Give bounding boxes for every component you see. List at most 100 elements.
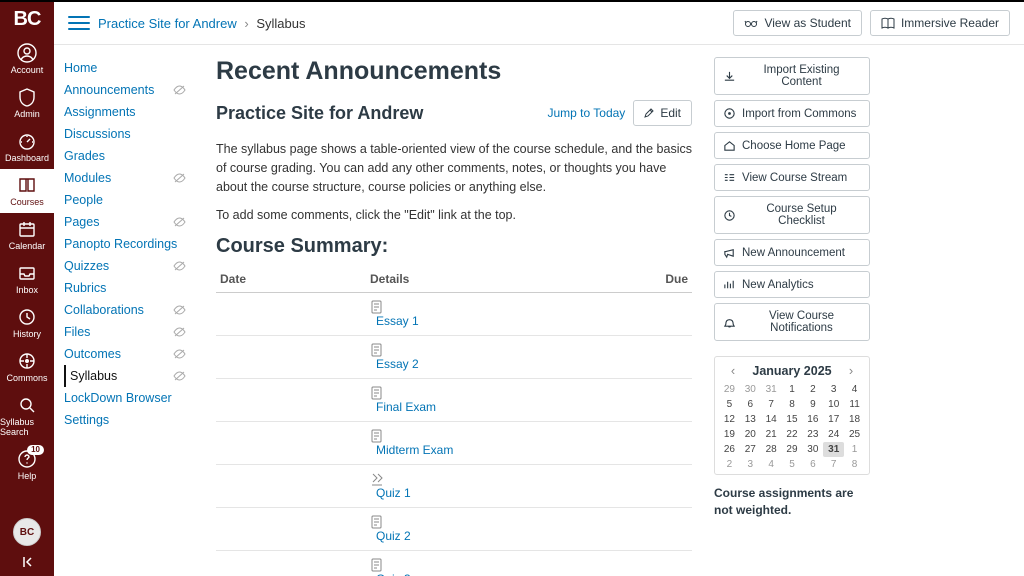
side-course-setup-checklist[interactable]: Course Setup Checklist	[714, 196, 870, 234]
cnav-discussions[interactable]: Discussions	[64, 123, 194, 145]
calendar-day[interactable]: 11	[844, 397, 865, 412]
calendar-day[interactable]: 6	[740, 397, 761, 412]
cnav-grades[interactable]: Grades	[64, 145, 194, 167]
calendar-day[interactable]: 4	[761, 457, 782, 472]
side-import-existing-content[interactable]: Import Existing Content	[714, 57, 870, 95]
cnav-outcomes[interactable]: Outcomes	[64, 343, 194, 365]
calendar-day[interactable]: 30	[740, 382, 761, 397]
calendar-day[interactable]: 3	[740, 457, 761, 472]
immersive-reader-button[interactable]: Immersive Reader	[870, 10, 1010, 36]
gnav-admin[interactable]: Admin	[0, 81, 54, 125]
cnav-people[interactable]: People	[64, 189, 194, 211]
calendar-day[interactable]: 20	[740, 427, 761, 442]
side-view-course-stream[interactable]: View Course Stream	[714, 164, 870, 191]
side-new-analytics[interactable]: New Analytics	[714, 271, 870, 298]
calendar-day[interactable]: 27	[740, 442, 761, 457]
calendar-day[interactable]: 29	[719, 382, 740, 397]
cnav-link[interactable]: Pages	[64, 215, 99, 229]
cnav-lockdown-browser[interactable]: LockDown Browser	[64, 387, 194, 409]
cnav-pages[interactable]: Pages	[64, 211, 194, 233]
cnav-link[interactable]: Panopto Recordings	[64, 237, 177, 251]
gnav-commons[interactable]: Commons	[0, 345, 54, 389]
assignment-link[interactable]: Essay 2	[376, 357, 419, 371]
cnav-files[interactable]: Files	[64, 321, 194, 343]
cnav-link[interactable]: People	[64, 193, 103, 207]
calendar-day[interactable]: 8	[844, 457, 865, 472]
cnav-collaborations[interactable]: Collaborations	[64, 299, 194, 321]
calendar-day[interactable]: 31	[823, 442, 844, 457]
cnav-announcements[interactable]: Announcements	[64, 79, 194, 101]
calendar-day[interactable]: 5	[782, 457, 803, 472]
cnav-link[interactable]: Announcements	[64, 83, 154, 97]
gnav-calendar[interactable]: Calendar	[0, 213, 54, 257]
calendar-day[interactable]: 4	[844, 382, 865, 397]
assignment-link[interactable]: Quiz 3	[376, 572, 411, 576]
gnav-syllabus-search[interactable]: Syllabus Search	[0, 389, 54, 443]
jump-to-today-link[interactable]: Jump to Today	[547, 106, 625, 120]
cnav-quizzes[interactable]: Quizzes	[64, 255, 194, 277]
cnav-link[interactable]: Syllabus	[70, 369, 117, 383]
cnav-syllabus[interactable]: Syllabus	[64, 365, 194, 387]
cnav-link[interactable]: Grades	[64, 149, 105, 163]
gnav-help[interactable]: Help10	[0, 443, 54, 487]
calendar-day[interactable]: 7	[823, 457, 844, 472]
assignment-link[interactable]: Quiz 1	[376, 486, 411, 500]
cnav-link[interactable]: Home	[64, 61, 97, 75]
assignment-link[interactable]: Essay 1	[376, 314, 419, 328]
hamburger-icon[interactable]	[68, 12, 90, 34]
calendar-day[interactable]: 18	[844, 412, 865, 427]
calendar-day[interactable]: 22	[782, 427, 803, 442]
cnav-panopto-recordings[interactable]: Panopto Recordings	[64, 233, 194, 255]
calendar-day[interactable]: 6	[802, 457, 823, 472]
breadcrumb-course[interactable]: Practice Site for Andrew	[98, 16, 237, 31]
side-choose-home-page[interactable]: Choose Home Page	[714, 132, 870, 159]
cnav-link[interactable]: Assignments	[64, 105, 136, 119]
cnav-link[interactable]: Outcomes	[64, 347, 121, 361]
cnav-link[interactable]: LockDown Browser	[64, 391, 172, 405]
gnav-inbox[interactable]: Inbox	[0, 257, 54, 301]
cnav-settings[interactable]: Settings	[64, 409, 194, 431]
cnav-link[interactable]: Collaborations	[64, 303, 144, 317]
cnav-home[interactable]: Home	[64, 57, 194, 79]
calendar-day[interactable]: 24	[823, 427, 844, 442]
calendar-day[interactable]: 17	[823, 412, 844, 427]
collapse-nav-icon[interactable]	[19, 554, 35, 570]
cnav-assignments[interactable]: Assignments	[64, 101, 194, 123]
cnav-link[interactable]: Discussions	[64, 127, 131, 141]
cnav-link[interactable]: Quizzes	[64, 259, 109, 273]
calendar-day[interactable]: 30	[802, 442, 823, 457]
cnav-link[interactable]: Rubrics	[64, 281, 106, 295]
assignment-link[interactable]: Midterm Exam	[376, 443, 453, 457]
cnav-link[interactable]: Files	[64, 325, 90, 339]
gnav-history[interactable]: History	[0, 301, 54, 345]
gnav-account[interactable]: Account	[0, 37, 54, 81]
cnav-link[interactable]: Modules	[64, 171, 111, 185]
calendar-day[interactable]: 9	[802, 397, 823, 412]
calendar-day[interactable]: 19	[719, 427, 740, 442]
side-new-announcement[interactable]: New Announcement	[714, 239, 870, 266]
calendar-day[interactable]: 8	[782, 397, 803, 412]
edit-button[interactable]: Edit	[633, 100, 692, 126]
side-view-course-notifications[interactable]: View Course Notifications	[714, 303, 870, 341]
calendar-day[interactable]: 21	[761, 427, 782, 442]
calendar-day[interactable]: 2	[802, 382, 823, 397]
gnav-courses[interactable]: Courses	[0, 169, 54, 213]
calendar-day[interactable]: 7	[761, 397, 782, 412]
logo[interactable]: BC	[14, 8, 41, 31]
calendar-day[interactable]: 2	[719, 457, 740, 472]
calendar-day[interactable]: 23	[802, 427, 823, 442]
cnav-rubrics[interactable]: Rubrics	[64, 277, 194, 299]
calendar-next-icon[interactable]: ›	[843, 363, 859, 378]
calendar-day[interactable]: 28	[761, 442, 782, 457]
calendar-day[interactable]: 3	[823, 382, 844, 397]
cnav-modules[interactable]: Modules	[64, 167, 194, 189]
view-as-student-button[interactable]: View as Student	[733, 10, 862, 36]
calendar-day[interactable]: 13	[740, 412, 761, 427]
calendar-day[interactable]: 10	[823, 397, 844, 412]
gnav-dashboard[interactable]: Dashboard	[0, 125, 54, 169]
avatar[interactable]: BC	[13, 518, 41, 546]
assignment-link[interactable]: Quiz 2	[376, 529, 411, 543]
cnav-link[interactable]: Settings	[64, 413, 109, 427]
calendar-day[interactable]: 1	[844, 442, 865, 457]
calendar-day[interactable]: 1	[782, 382, 803, 397]
